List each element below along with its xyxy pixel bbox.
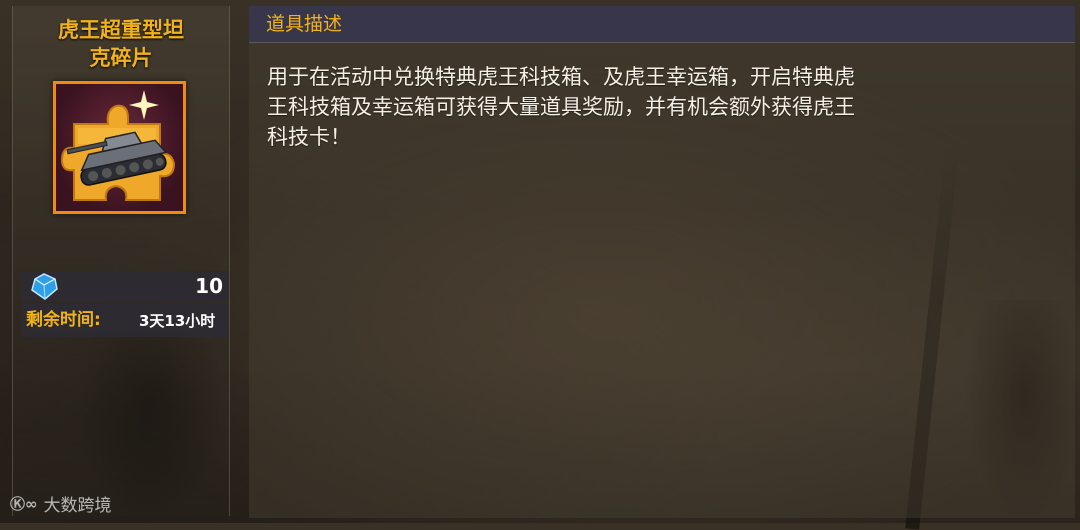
watermark: Ⓚ∞ 大数跨境 [10,489,112,517]
watermark-logo: Ⓚ∞ [10,494,38,513]
description-line3: 科技卡！ [267,125,351,149]
currency-row: 10 [21,271,229,302]
description-text: 用于在活动中兑换特典虎王科技箱、及虎王幸运箱，开启特典虎 王科技箱及幸运箱可获得… [267,62,1037,152]
currency-value: 10 [195,274,223,298]
item-name-line2: 克碎片 [89,46,153,70]
remaining-time-value: 3天13小时 [139,312,216,330]
tank-puzzle-piece-icon [60,90,176,201]
item-icon-frame[interactable] [53,81,186,214]
remaining-time-label: 剩余时间: [26,310,101,330]
description-panel: 道具描述 用于在活动中兑换特典虎王科技箱、及虎王幸运箱，开启特典虎 王科技箱及幸… [249,6,1075,518]
blue-gem-icon [31,273,58,300]
description-line1: 用于在活动中兑换特典虎王科技箱、及虎王幸运箱，开启特典虎 [267,65,855,89]
item-name: 虎王超重型坦 克碎片 [13,16,229,72]
description-header: 道具描述 [249,6,1075,43]
item-info-panel: 虎王超重型坦 克碎片 10 剩余时间: 3天13小时 [12,6,230,516]
description-line2: 王科技箱及幸运箱可获得大量道具奖励，并有机会额外获得虎王 [267,95,855,119]
remaining-time-row: 剩余时间: 3天13小时 [21,304,229,337]
item-name-line1: 虎王超重型坦 [58,18,184,42]
watermark-text: 大数跨境 [43,495,112,516]
description-title: 道具描述 [266,13,343,35]
